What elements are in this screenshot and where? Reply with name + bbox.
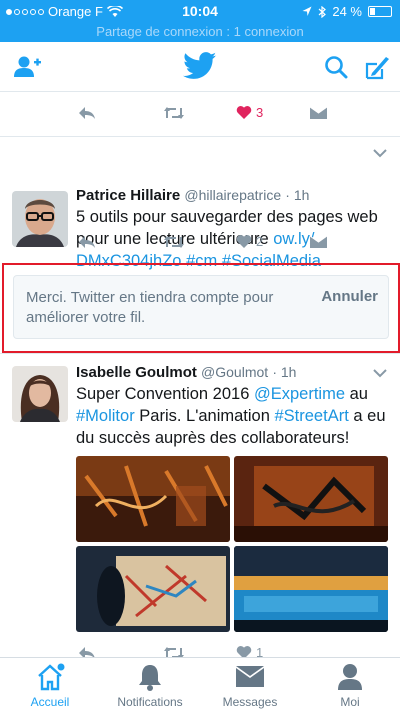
like-count: 3 <box>256 105 264 120</box>
bell-icon <box>139 665 161 691</box>
photo-1[interactable] <box>76 456 230 542</box>
photo-2[interactable] <box>234 456 388 542</box>
battery-icon <box>368 6 392 17</box>
status-bar: Orange F 10:04 24 % <box>0 0 400 22</box>
tweet-time: · 1h <box>285 187 310 203</box>
home-icon <box>38 663 65 691</box>
feedback-message: Merci. Twitter en tiendra compte pour am… <box>26 289 274 326</box>
tab-notifications[interactable]: Notifications <box>100 658 200 711</box>
search-icon[interactable] <box>324 55 348 79</box>
author-handle: @hillairepatrice <box>184 187 282 203</box>
hashtag-streetart[interactable]: #StreetArt <box>275 407 349 425</box>
tweet-text: Super Convention 2016 @Expertime au #Mol… <box>76 385 386 447</box>
photo-grid <box>76 456 388 632</box>
like-button[interactable]: 3 <box>236 105 263 120</box>
tab-label: Notifications <box>117 695 183 709</box>
twitter-bird-icon <box>183 52 217 79</box>
direct-message-button[interactable] <box>310 106 327 120</box>
feedback-notice: Merci. Twitter en tiendra compte pour am… <box>13 275 389 339</box>
mention-expertime[interactable]: @Expertime <box>254 385 345 403</box>
tweet-header: Isabelle Goulmot @Goulmot · 1h <box>76 364 388 381</box>
author-name[interactable]: Isabelle Goulmot <box>76 364 197 381</box>
feedback-highlight: Merci. Twitter en tiendra compte pour am… <box>2 263 400 353</box>
retweet-button[interactable] <box>163 235 185 249</box>
undo-button[interactable]: Annuler <box>321 288 378 305</box>
reply-icon <box>79 236 95 248</box>
top-nav-bar <box>0 42 400 92</box>
hotspot-banner[interactable]: Partage de connexion : 1 connexion <box>0 22 400 42</box>
compose-icon[interactable] <box>364 54 390 80</box>
heart-icon <box>236 235 252 248</box>
avatar[interactable] <box>12 366 68 422</box>
envelope-icon <box>310 106 327 119</box>
reply-button[interactable] <box>78 106 96 120</box>
bluetooth-icon <box>318 5 327 18</box>
chevron-down-icon[interactable] <box>373 369 387 378</box>
direct-message-button[interactable] <box>310 235 327 249</box>
add-user-icon[interactable] <box>14 55 42 79</box>
bottom-tab-bar: Accueil Notifications Messages Moi <box>0 657 400 711</box>
location-icon <box>302 6 312 16</box>
like-button[interactable]: 2 <box>236 234 263 249</box>
reply-icon <box>79 107 95 119</box>
tab-messages[interactable]: Messages <box>200 658 300 711</box>
tweet-actions-previous: 3 <box>0 92 400 136</box>
tab-label: Accueil <box>30 695 70 709</box>
tab-label: Messages <box>222 695 278 709</box>
tweet-actions: 2 <box>0 226 400 264</box>
user-icon <box>338 664 362 690</box>
photo-3[interactable] <box>76 546 230 632</box>
heart-filled-icon <box>236 106 252 119</box>
tab-home[interactable]: Accueil <box>0 658 100 711</box>
envelope-icon <box>310 235 327 248</box>
tab-me[interactable]: Moi <box>300 658 400 711</box>
retweet-icon <box>164 107 184 119</box>
battery-percent: 24 % <box>332 4 362 19</box>
chevron-down-icon[interactable] <box>373 149 387 158</box>
tweet-header: Patrice Hillaire @hillairepatrice · 1h <box>76 187 388 204</box>
tweet-time: · 1h <box>272 364 297 380</box>
retweet-button[interactable] <box>163 106 185 120</box>
author-name[interactable]: Patrice Hillaire <box>76 187 180 204</box>
hashtag-molitor[interactable]: #Molitor <box>76 407 135 425</box>
tab-label: Moi <box>340 695 360 709</box>
retweet-icon <box>164 236 184 248</box>
author-handle: @Goulmot <box>201 364 269 380</box>
envelope-icon <box>236 666 264 687</box>
like-count: 2 <box>256 234 264 249</box>
photo-4[interactable] <box>234 546 388 632</box>
reply-button[interactable] <box>78 235 96 249</box>
